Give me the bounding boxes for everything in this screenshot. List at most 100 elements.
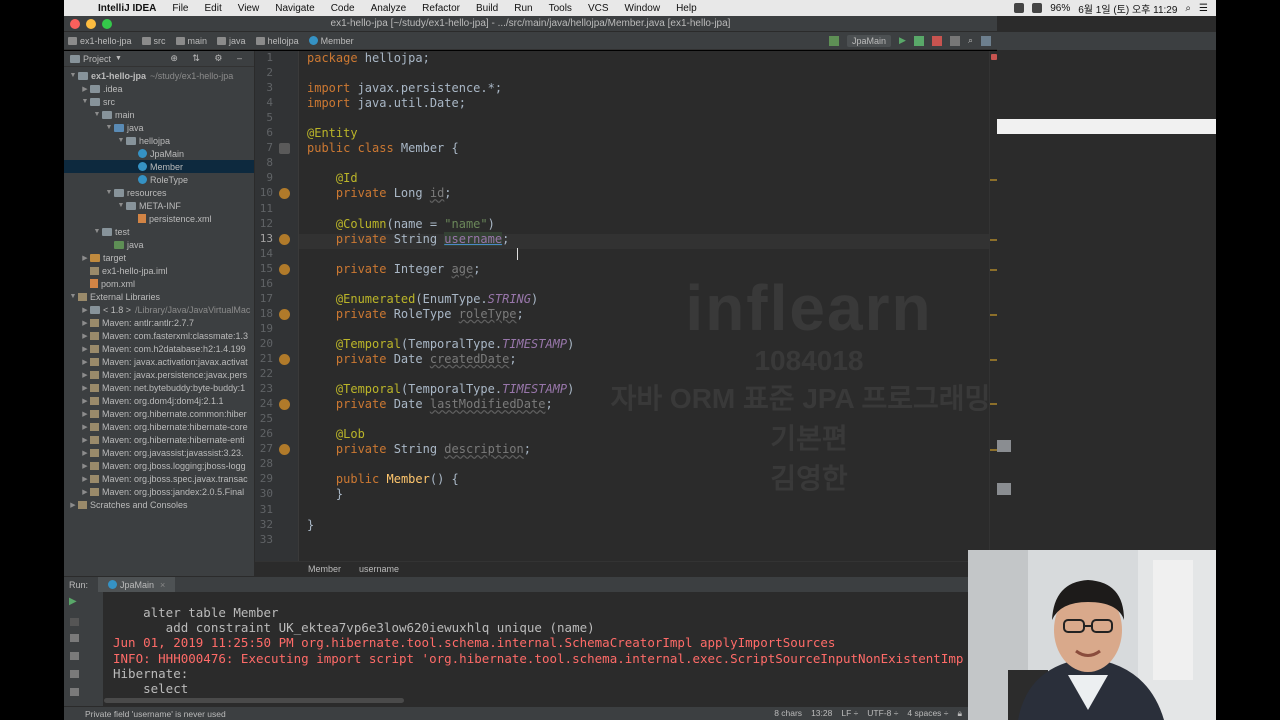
expand-arrow-icon[interactable]: ▼: [92, 228, 102, 235]
breadcrumb-item[interactable]: java: [213, 36, 252, 46]
close-icon[interactable]: ×: [160, 580, 165, 590]
menu-help[interactable]: Help: [668, 3, 705, 14]
panel-actions[interactable]: ⊕ ⇅ ⚙ –: [170, 53, 248, 64]
tree-item[interactable]: ▼ External Libraries: [64, 290, 254, 303]
expand-arrow-icon[interactable]: ▶: [80, 488, 90, 496]
expand-arrow-icon[interactable]: ▶: [80, 254, 90, 262]
tree-item[interactable]: ▶ Maven: javax.persistence:javax.pers: [64, 368, 254, 381]
rerun-icon[interactable]: ▶: [69, 596, 77, 607]
editor-error-stripe[interactable]: [989, 51, 998, 561]
expand-arrow-icon[interactable]: ▶: [80, 384, 90, 392]
wifi-icon[interactable]: [1032, 3, 1043, 13]
crumb-field[interactable]: username: [359, 564, 399, 574]
print-icon[interactable]: [70, 670, 79, 678]
field-gutter-icon[interactable]: [279, 444, 290, 456]
field-gutter-icon[interactable]: [279, 188, 290, 200]
tree-item[interactable]: ▼ main: [64, 108, 254, 121]
expand-arrow-icon[interactable]: ▶: [80, 85, 90, 93]
expand-arrow-icon[interactable]: ▶: [80, 371, 90, 379]
camera-icon[interactable]: [70, 652, 79, 660]
expand-arrow-icon[interactable]: ▼: [68, 72, 78, 79]
expand-arrow-icon[interactable]: ▼: [80, 98, 90, 105]
tree-item[interactable]: persistence.xml: [64, 212, 254, 225]
stop-icon[interactable]: [70, 618, 79, 626]
tree-item[interactable]: ▶ < 1.8 >/Library/Java/JavaVirtualMac: [64, 303, 254, 316]
expand-arrow-icon[interactable]: ▼: [104, 189, 114, 196]
tree-item[interactable]: ▶ Maven: org.javassist:javassist:3.23.: [64, 446, 254, 459]
tree-item[interactable]: ▶ Maven: org.hibernate.common:hiber: [64, 407, 254, 420]
table-gutter-icon[interactable]: [279, 143, 290, 155]
chevron-down-icon[interactable]: ▼: [115, 55, 122, 62]
tree-item[interactable]: ▼ resources: [64, 186, 254, 199]
menu-view[interactable]: View: [230, 3, 268, 14]
trash-icon[interactable]: [70, 688, 79, 696]
tree-item[interactable]: java: [64, 238, 254, 251]
field-gutter-icon[interactable]: [279, 308, 290, 320]
tree-item[interactable]: ▼ ex1-hello-jpa ~/study/ex1-hello-jpa: [64, 69, 254, 82]
expand-arrow-icon[interactable]: ▶: [80, 436, 90, 444]
menubar-clock[interactable]: 6월 1일 (토) 오후 11:29: [1078, 1, 1177, 16]
tree-item[interactable]: ▶ Maven: org.dom4j:dom4j:2.1.1: [64, 394, 254, 407]
run-config-select[interactable]: JpaMain: [847, 34, 892, 47]
secondary-thumbnail[interactable]: [997, 440, 1011, 452]
run-console[interactable]: alter table Member add constraint UK_ekt…: [104, 592, 968, 706]
coverage-icon[interactable]: [949, 35, 960, 46]
expand-arrow-icon[interactable]: ▼: [92, 111, 102, 118]
expand-arrow-icon[interactable]: ▶: [80, 410, 90, 418]
expand-arrow-icon[interactable]: ▶: [80, 332, 90, 340]
expand-arrow-icon[interactable]: ▶: [80, 345, 90, 353]
expand-arrow-icon[interactable]: ▶: [80, 475, 90, 483]
breadcrumb-item[interactable]: Member: [305, 36, 360, 46]
field-gutter-icon[interactable]: [279, 354, 290, 365]
tree-item[interactable]: Member: [64, 160, 254, 173]
expand-arrow-icon[interactable]: ▶: [80, 423, 90, 431]
tree-item[interactable]: ▶ Maven: com.h2database:h2:1.4.199: [64, 342, 254, 355]
field-gutter-icon[interactable]: [279, 263, 290, 275]
menu-window[interactable]: Window: [617, 3, 669, 14]
menu-list-icon[interactable]: ☰: [1199, 3, 1208, 14]
tree-item[interactable]: ▼ hellojpa: [64, 134, 254, 147]
menu-code[interactable]: Code: [323, 3, 363, 14]
console-hscroll[interactable]: [104, 698, 404, 703]
tree-item[interactable]: ex1-hello-jpa.iml: [64, 264, 254, 277]
tree-item[interactable]: ▼ src: [64, 95, 254, 108]
tree-item[interactable]: ▶ Maven: org.jboss:jandex:2.0.5.Final: [64, 485, 254, 498]
search-everywhere-icon[interactable]: ⌕: [968, 35, 973, 46]
debug-icon[interactable]: [913, 35, 924, 46]
tree-item[interactable]: ▶ Maven: org.hibernate:hibernate-enti: [64, 433, 254, 446]
expand-arrow-icon[interactable]: ▼: [104, 124, 114, 131]
menu-analyze[interactable]: Analyze: [363, 3, 415, 14]
tray-icon[interactable]: [1014, 3, 1025, 13]
crumb-class[interactable]: Member: [308, 564, 341, 574]
tree-item[interactable]: ▶ Maven: org.jboss.spec.javax.transac: [64, 472, 254, 485]
menu-intellij-idea[interactable]: IntelliJ IDEA: [90, 3, 164, 14]
tree-item[interactable]: ▶ Maven: net.bytebuddy:byte-buddy:1: [64, 381, 254, 394]
expand-arrow-icon[interactable]: ▶: [80, 319, 90, 327]
expand-arrow-icon[interactable]: ▶: [80, 462, 90, 470]
run-tab-jpamain[interactable]: JpaMain ×: [98, 576, 176, 593]
menu-build[interactable]: Build: [468, 3, 506, 14]
expand-arrow-icon[interactable]: ▼: [116, 202, 126, 209]
menu-run[interactable]: Run: [506, 3, 540, 14]
expand-arrow-icon[interactable]: ▼: [68, 293, 78, 300]
caret-position[interactable]: 13:28: [811, 708, 832, 719]
menu-navigate[interactable]: Navigate: [267, 3, 322, 14]
lock-icon[interactable]: 🔒︎: [957, 708, 962, 719]
file-encoding[interactable]: UTF-8 ÷: [867, 708, 898, 719]
expand-arrow-icon[interactable]: ▼: [116, 137, 126, 144]
expand-arrow-icon[interactable]: ▶: [80, 397, 90, 405]
menu-refactor[interactable]: Refactor: [414, 3, 468, 14]
tree-item[interactable]: ▼ java: [64, 121, 254, 134]
field-gutter-icon[interactable]: [279, 399, 290, 411]
tree-item[interactable]: ▶ Maven: org.hibernate:hibernate-core: [64, 420, 254, 433]
tree-item[interactable]: ▶ Maven: org.jboss.logging:jboss-logg: [64, 459, 254, 472]
tree-item[interactable]: ▶ Scratches and Consoles: [64, 498, 254, 511]
tree-item[interactable]: ▼ test: [64, 225, 254, 238]
battery-level[interactable]: 96%: [1050, 3, 1070, 14]
tree-item[interactable]: RoleType: [64, 173, 254, 186]
tree-item[interactable]: ▶ Maven: antlr:antlr:2.7.7: [64, 316, 254, 329]
wrap-icon[interactable]: [70, 634, 79, 642]
tree-item[interactable]: pom.xml: [64, 277, 254, 290]
breadcrumb-item[interactable]: hellojpa: [252, 36, 305, 46]
tree-item[interactable]: ▶ Maven: com.fasterxml:classmate:1.3: [64, 329, 254, 342]
